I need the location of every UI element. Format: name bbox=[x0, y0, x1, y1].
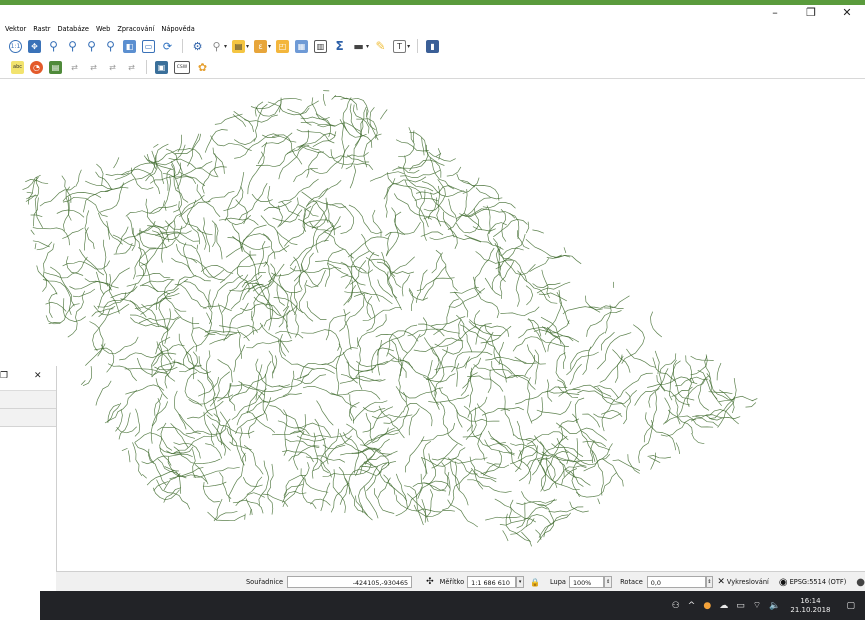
rotate-label-icon[interactable]: ⇄ bbox=[106, 61, 119, 74]
minimize-button[interactable]: – bbox=[757, 6, 793, 20]
label-tool-icon[interactable]: abc bbox=[11, 60, 24, 74]
scale-field[interactable]: 1:1 686 610 bbox=[467, 576, 517, 588]
attribute-table-icon[interactable]: ▦ bbox=[295, 39, 309, 53]
menu-rastr[interactable]: Rastr bbox=[33, 25, 50, 33]
notifications-icon[interactable]: ▢ bbox=[846, 601, 855, 611]
app-tray-icon[interactable]: ● bbox=[703, 601, 711, 611]
chevron-up-icon[interactable]: ^ bbox=[688, 601, 696, 611]
toolbar-separator bbox=[146, 60, 147, 74]
menu-zpracovani[interactable]: Zpracování bbox=[117, 25, 154, 33]
messages-icon[interactable]: ● bbox=[856, 577, 865, 588]
close-button[interactable]: ✕ bbox=[829, 6, 865, 20]
chevron-down-icon[interactable]: ▾ bbox=[224, 43, 227, 50]
window-accent-bar bbox=[0, 0, 865, 5]
battery-icon[interactable]: ▭ bbox=[736, 601, 745, 611]
magnifier-spinner[interactable]: ⇕ bbox=[604, 576, 613, 588]
panel-close-button[interactable]: ✕ bbox=[34, 371, 42, 381]
rotation-spinner[interactable]: ⇕ bbox=[705, 576, 714, 588]
panel-row bbox=[0, 391, 56, 409]
scale-label: Měřítko bbox=[439, 578, 465, 586]
taskbar-clock[interactable]: 16:14 21.10.2018 bbox=[790, 597, 830, 615]
panel-restore-button[interactable]: ❐ bbox=[0, 371, 8, 381]
scale-dropdown[interactable]: ▾ bbox=[516, 576, 525, 588]
map-tips-icon[interactable]: ✎ bbox=[374, 39, 387, 53]
menu-napoveda[interactable]: Nápověda bbox=[161, 25, 194, 33]
rivers-network bbox=[22, 90, 758, 547]
move-label-icon[interactable]: ⇄ bbox=[87, 61, 100, 74]
field-calculator-icon[interactable]: ▥ bbox=[314, 39, 328, 53]
measure-icon[interactable]: ▬ bbox=[352, 40, 365, 53]
navigation-toolbar: 1:1 ✥ ⚲ ⚲ ⚲ ⚲ ◧ ▭ ⟳ ⚙ ⚲ ▾ ▤ ▾ ε ▾ ◰ ▦ ▥ … bbox=[6, 36, 442, 56]
zoom-full-icon[interactable]: ⚲ bbox=[85, 39, 98, 53]
chevron-down-icon[interactable]: ▾ bbox=[268, 43, 271, 50]
deselect-features-icon[interactable]: ◰ bbox=[276, 39, 290, 53]
clock-date: 21.10.2018 bbox=[790, 605, 831, 614]
python-console-icon[interactable]: ▮ bbox=[426, 39, 440, 53]
wifi-icon[interactable]: ⌔ bbox=[753, 600, 761, 611]
label-toolbar: abc ◔ ▤ ⇄ ⇄ ⇄ ⇄ ▣ CSW ✿ bbox=[8, 57, 212, 77]
window-controls: – ❐ ✕ bbox=[757, 6, 865, 20]
magnifier-field[interactable]: 100% bbox=[568, 576, 605, 588]
rotation-field[interactable]: 0,0 bbox=[646, 576, 706, 588]
show-labels-icon[interactable]: ⇄ bbox=[68, 61, 81, 74]
people-icon[interactable]: ⚇ bbox=[672, 601, 680, 611]
map-canvas[interactable] bbox=[0, 79, 865, 571]
diagram-icon[interactable]: ◔ bbox=[30, 60, 43, 74]
restore-button[interactable]: ❐ bbox=[793, 6, 829, 20]
zoom-last-icon[interactable]: ◧ bbox=[123, 39, 136, 53]
database-icon[interactable]: ▣ bbox=[155, 60, 168, 74]
identify-icon[interactable]: ⚙ bbox=[191, 40, 204, 53]
crs-label[interactable]: EPSG:5514 (OTF) bbox=[790, 578, 847, 586]
render-toggle-icon[interactable]: ✕ bbox=[717, 577, 725, 587]
panel-title-bar: ❐ ✕ bbox=[0, 366, 56, 391]
csw-icon[interactable]: CSW bbox=[174, 60, 190, 74]
coordinates-label: Souřadnice bbox=[246, 578, 284, 586]
rotation-label: Rotace bbox=[620, 578, 643, 586]
menu-bar: Vektor Rastr Databáze Web Zpracování Náp… bbox=[0, 22, 197, 35]
plugin-icon[interactable]: ✿ bbox=[196, 61, 209, 74]
windows-taskbar: ⚇ ^ ● ☁ ▭ ⌔ 🔈 16:14 21.10.2018 ▢ bbox=[40, 591, 865, 620]
menu-vektor[interactable]: Vektor bbox=[5, 25, 26, 33]
status-bar: Souřadnice -424105,-930465 ✣ Měřítko 1:1… bbox=[56, 571, 865, 592]
statistics-sigma-icon[interactable]: Σ bbox=[333, 39, 346, 53]
menu-databaze[interactable]: Databáze bbox=[57, 25, 89, 33]
zoom-out-icon[interactable]: ⚲ bbox=[66, 39, 79, 53]
change-label-icon[interactable]: ⇄ bbox=[125, 61, 138, 74]
text-annotation-icon[interactable]: T bbox=[393, 39, 407, 53]
zoom-layer-icon[interactable]: ⚲ bbox=[104, 39, 117, 53]
zoom-in-icon[interactable]: ⚲ bbox=[47, 39, 60, 53]
render-label[interactable]: Vykreslování bbox=[727, 578, 769, 586]
rivers-map-svg bbox=[22, 90, 758, 547]
chevron-down-icon[interactable]: ▾ bbox=[407, 43, 410, 50]
pan-to-selection-icon[interactable]: ✥ bbox=[28, 39, 41, 53]
cloud-icon[interactable]: ☁ bbox=[719, 601, 728, 611]
zoom-native-icon[interactable]: 1:1 bbox=[9, 39, 22, 53]
panel-row bbox=[0, 409, 56, 427]
chevron-down-icon[interactable]: ▾ bbox=[366, 43, 369, 50]
toggle-coordinates-icon[interactable]: ✣ bbox=[426, 577, 434, 587]
menu-web[interactable]: Web bbox=[96, 25, 110, 33]
volume-icon[interactable]: 🔈 bbox=[769, 601, 780, 611]
pin-labels-icon[interactable]: ▤ bbox=[49, 60, 62, 74]
magnifier-label: Lupa bbox=[549, 578, 566, 586]
zoom-next-icon[interactable]: ▭ bbox=[142, 39, 155, 53]
select-by-expression-icon[interactable]: ε bbox=[254, 39, 268, 53]
coordinates-field[interactable]: -424105,-930465 bbox=[287, 576, 413, 588]
toolbar-separator bbox=[417, 39, 419, 53]
docked-panel: ❐ ✕ bbox=[0, 366, 57, 620]
refresh-icon[interactable]: ⟳ bbox=[161, 40, 174, 53]
select-feature-icon[interactable]: ▤ bbox=[232, 39, 246, 53]
toolbar-separator bbox=[182, 39, 183, 53]
clock-time: 16:14 bbox=[800, 596, 821, 605]
deselect-icon[interactable]: ⚲ bbox=[210, 40, 223, 53]
chevron-down-icon[interactable]: ▾ bbox=[246, 43, 249, 50]
crs-globe-icon[interactable]: ◉ bbox=[779, 577, 788, 588]
lock-scale-icon[interactable]: 🔒 bbox=[530, 578, 540, 587]
